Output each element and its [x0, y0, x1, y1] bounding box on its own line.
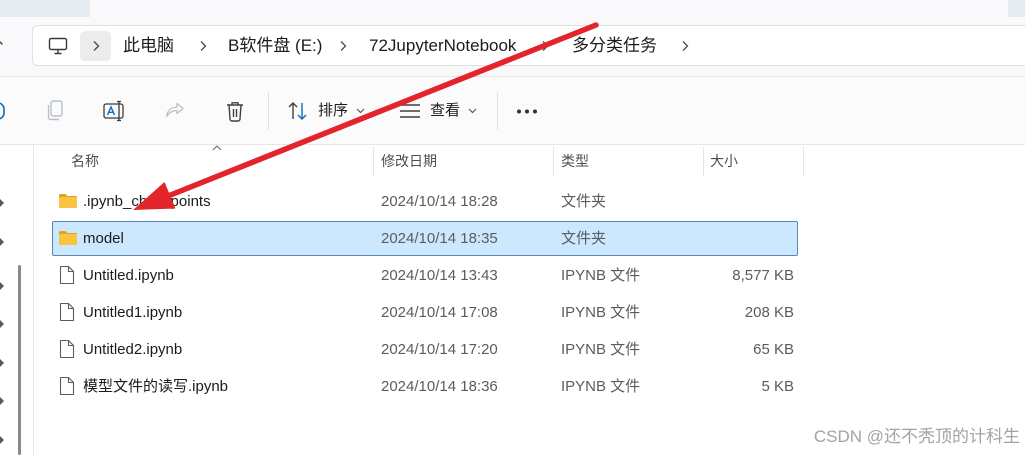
sort-button[interactable]: 排序	[280, 94, 372, 128]
nav-expand-chevron-icon[interactable]	[0, 198, 5, 208]
view-label: 查看	[430, 102, 461, 119]
file-icon	[59, 265, 75, 285]
file-icon	[59, 376, 75, 396]
file-row[interactable]: Untitled2.ipynb 2024/10/14 17:20 IPYNB 文…	[52, 332, 798, 367]
address-row: 此电脑 B软件盘 (E:) 72JupyterNotebook 多分类任务	[0, 17, 1025, 77]
toolbar-divider	[268, 92, 269, 130]
column-resize-handle[interactable]	[703, 147, 704, 176]
file-size: 65 KB	[753, 341, 794, 358]
monitor-icon	[48, 37, 68, 55]
breadcrumb-chevron-icon[interactable]	[681, 40, 689, 52]
file-modified-date: 2024/10/14 17:08	[381, 304, 498, 321]
sort-label: 排序	[318, 102, 349, 119]
file-name: Untitled1.ipynb	[83, 304, 183, 321]
nav-expand-chevron-icon[interactable]	[0, 396, 5, 406]
nav-expand-chevron-icon[interactable]	[0, 237, 5, 247]
active-tab[interactable]	[90, 0, 1008, 17]
file-type: IPYNB 文件	[561, 378, 641, 395]
breadcrumb-drive[interactable]: B软件盘 (E:)	[228, 35, 322, 57]
share-button[interactable]	[160, 94, 192, 128]
file-modified-date: 2024/10/14 18:36	[381, 378, 498, 395]
column-header-name[interactable]: 名称	[71, 152, 99, 170]
breadcrumb-chevron-icon[interactable]	[199, 40, 207, 52]
file-row[interactable]: .ipynb_checkpoints 2024/10/14 18:28 文件夹	[52, 184, 798, 219]
file-row[interactable]: Untitled.ipynb 2024/10/14 13:43 IPYNB 文件…	[52, 258, 798, 293]
up-arrow-icon[interactable]	[0, 38, 4, 54]
breadcrumb-current-folder[interactable]: 多分类任务	[572, 35, 657, 57]
breadcrumb-this-pc[interactable]: 此电脑	[123, 35, 174, 57]
delete-button[interactable]	[220, 94, 252, 128]
file-modified-date: 2024/10/14 17:20	[381, 341, 498, 358]
copy-icon	[45, 100, 65, 122]
breadcrumb-folder[interactable]: 72JupyterNotebook	[369, 35, 516, 57]
view-icon	[399, 103, 421, 119]
sort-icon	[287, 101, 309, 121]
file-type: IPYNB 文件	[561, 267, 641, 284]
chevron-up-icon	[212, 145, 222, 151]
view-button[interactable]: 查看	[392, 94, 484, 128]
nav-expand-chevron-icon[interactable]	[0, 319, 5, 329]
nav-scrollbar-thumb[interactable]	[18, 265, 21, 455]
rename-icon	[103, 100, 127, 122]
column-resize-handle[interactable]	[553, 147, 554, 176]
file-type: 文件夹	[561, 230, 607, 247]
file-name: Untitled2.ipynb	[83, 341, 183, 358]
folder-icon	[58, 230, 78, 246]
toolbar-divider	[497, 92, 498, 130]
column-header-size[interactable]: 大小	[710, 152, 738, 170]
delete-icon	[225, 100, 245, 122]
file-name: 模型文件的读写.ipynb	[83, 378, 229, 395]
breadcrumb-chevron-icon[interactable]	[541, 40, 549, 52]
breadcrumb-expand-button[interactable]	[80, 31, 111, 61]
column-header-type[interactable]: 类型	[561, 152, 589, 170]
file-type: IPYNB 文件	[561, 341, 641, 358]
nav-expand-chevron-icon[interactable]	[0, 281, 5, 291]
chevron-down-icon	[468, 108, 477, 114]
file-row[interactable]: model 2024/10/14 18:35 文件夹	[52, 221, 798, 256]
file-modified-date: 2024/10/14 13:43	[381, 267, 498, 284]
more-button[interactable]	[510, 94, 544, 128]
command-bar: 排序 查看	[0, 77, 1025, 145]
column-header-modified[interactable]: 修改日期	[381, 152, 437, 170]
file-name: model	[83, 230, 124, 247]
chevron-down-icon	[356, 108, 365, 114]
rename-button[interactable]	[99, 94, 131, 128]
file-name: Untitled.ipynb	[83, 267, 174, 284]
column-resize-handle[interactable]	[803, 147, 804, 176]
folder-icon	[58, 193, 78, 209]
watermark: CSDN @还不秃顶的计科生	[813, 427, 1020, 446]
column-resize-handle[interactable]	[373, 147, 374, 176]
more-icon	[516, 109, 538, 114]
file-type: IPYNB 文件	[561, 304, 641, 321]
breadcrumb-chevron-icon[interactable]	[339, 40, 347, 52]
file-name: .ipynb_checkpoints	[83, 193, 211, 210]
chevron-right-icon	[93, 41, 100, 51]
file-row[interactable]: Untitled1.ipynb 2024/10/14 17:08 IPYNB 文…	[52, 295, 798, 330]
file-icon	[59, 302, 75, 322]
tab-strip	[0, 0, 1025, 17]
navigation-pane	[0, 145, 34, 455]
address-bar[interactable]: 此电脑 B软件盘 (E:) 72JupyterNotebook 多分类任务	[32, 25, 1025, 66]
file-modified-date: 2024/10/14 18:28	[381, 193, 498, 210]
file-size: 208 KB	[744, 304, 794, 321]
file-modified-date: 2024/10/14 18:35	[381, 230, 498, 247]
partial-toolbar-icon[interactable]	[0, 101, 6, 121]
file-type: 文件夹	[561, 193, 607, 210]
file-size: 5 KB	[761, 378, 794, 395]
copy-button[interactable]	[40, 94, 72, 128]
nav-expand-chevron-icon[interactable]	[0, 435, 5, 445]
file-icon	[59, 339, 75, 359]
share-icon	[165, 101, 185, 121]
file-size: 8,577 KB	[732, 267, 794, 284]
nav-expand-chevron-icon[interactable]	[0, 358, 5, 368]
file-row[interactable]: 模型文件的读写.ipynb 2024/10/14 18:36 IPYNB 文件 …	[52, 369, 798, 404]
